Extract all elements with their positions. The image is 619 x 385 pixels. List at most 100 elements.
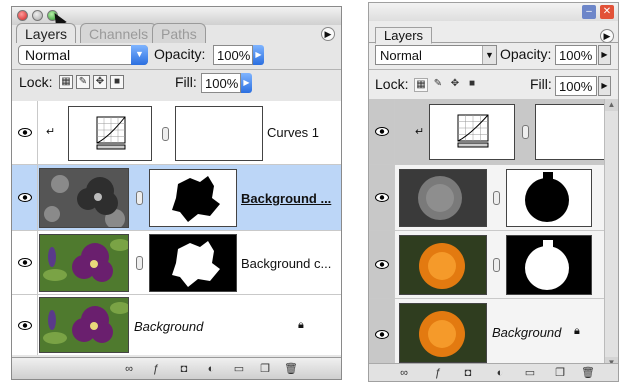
blend-mode-value: Normal <box>25 47 71 63</box>
lock-position-icon[interactable]: ✥ <box>448 78 462 92</box>
opacity-slider-button[interactable]: ▶ <box>598 45 611 65</box>
minimize-button[interactable]: – <box>582 5 596 19</box>
divider <box>12 69 341 70</box>
adjustment-layer-icon[interactable]: ◐ <box>493 366 507 380</box>
add-mask-icon[interactable]: ◘ <box>177 362 191 376</box>
minimize-button[interactable] <box>32 10 43 21</box>
chevron-down-icon: ▼ <box>482 46 496 64</box>
tab-paths[interactable]: Paths <box>152 23 206 43</box>
title-bar: – ✕ <box>369 3 618 21</box>
layer-row-background-copy[interactable] <box>369 165 605 231</box>
lock-transparency-icon[interactable]: ▦ <box>414 78 428 92</box>
mask-link-icon[interactable] <box>493 191 500 205</box>
fill-slider-button[interactable]: ▶ <box>241 73 252 93</box>
layer-row-background[interactable]: Background 🔒︎ <box>12 295 341 355</box>
layers-list: ↵ Background 🔒︎ <box>369 99 605 369</box>
blend-mode-select[interactable]: Normal ▼ <box>375 45 497 65</box>
layer-style-icon[interactable]: ƒ <box>149 362 163 376</box>
mask-link-icon[interactable] <box>522 125 529 139</box>
layer-name[interactable]: Background ... <box>241 191 339 206</box>
purple-flower-thumbnail <box>39 297 129 353</box>
layer-row-background-copy-2[interactable] <box>369 231 605 299</box>
layer-name: Background <box>134 319 204 334</box>
lock-row: Lock: ▦ ✎ ✥ ■ Fill: 100% ▶ <box>12 73 341 95</box>
visibility-eye-icon[interactable] <box>369 165 395 230</box>
panel-footer: ∞ ƒ ◘ ◐ ▭ ❐ 🗑︎ <box>12 357 341 379</box>
layer-row-background[interactable]: Background 🔒︎ <box>369 299 605 369</box>
panel-tabs: Layers Channels Paths <box>12 23 341 43</box>
opacity-label: Opacity: <box>500 46 552 62</box>
fill-input[interactable]: 100% <box>555 76 597 96</box>
link-layers-icon[interactable]: ∞ <box>122 362 136 376</box>
layer-name: Background <box>492 325 562 340</box>
grayscale-marigold-thumbnail <box>399 169 487 227</box>
link-layers-icon[interactable]: ∞ <box>397 366 411 380</box>
fill-slider-button[interactable]: ▶ <box>598 76 611 96</box>
adjustment-layer-icon[interactable]: ◐ <box>204 362 218 376</box>
fill-input[interactable]: 100% <box>201 73 241 93</box>
layer-row-background-copy[interactable]: Background c... <box>12 231 341 295</box>
visibility-eye-icon[interactable] <box>12 295 38 355</box>
lock-all-icon[interactable]: ■ <box>465 78 479 92</box>
visibility-eye-icon[interactable] <box>12 165 38 230</box>
lock-all-icon[interactable]: ■ <box>110 75 124 89</box>
lock-pixels-icon[interactable]: ✎ <box>76 75 90 89</box>
close-button[interactable] <box>17 10 28 21</box>
tab-channels[interactable]: Channels <box>80 23 158 43</box>
layers-panel-windows: – ✕ Layers ▶ Normal ▼ Opacity: 100% ▶ Lo… <box>368 2 619 382</box>
add-mask-icon[interactable]: ◘ <box>461 366 475 380</box>
opacity-input[interactable]: 100% <box>555 45 597 65</box>
chevron-down-icon: ▼ <box>131 45 148 65</box>
layer-style-icon[interactable]: ƒ <box>431 366 445 380</box>
panel-tabs: Layers <box>369 25 618 44</box>
mask-link-icon[interactable] <box>136 191 143 205</box>
layer-mask-thumbnail <box>175 106 263 161</box>
mask-link-icon[interactable] <box>162 127 169 141</box>
layer-name: Curves 1 <box>267 125 320 140</box>
panel-footer: ∞ ƒ ◘ ◐ ▭ ❐ 🗑︎ <box>369 363 618 381</box>
new-layer-icon[interactable]: ❐ <box>553 366 567 380</box>
opacity-input[interactable]: 100% <box>213 45 253 65</box>
clipping-arrow-icon: ↵ <box>415 126 425 138</box>
mask-link-icon[interactable] <box>136 256 143 270</box>
visibility-eye-icon[interactable] <box>12 101 38 164</box>
new-group-icon[interactable]: ▭ <box>523 366 537 380</box>
new-group-icon[interactable]: ▭ <box>232 362 246 376</box>
layer-row-curves[interactable]: ↵ Curves 1 <box>12 101 341 165</box>
tab-layers[interactable]: Layers <box>16 23 77 43</box>
lock-icon: 🔒︎ <box>574 325 580 337</box>
new-layer-icon[interactable]: ❐ <box>258 362 272 376</box>
orange-marigold-thumbnail <box>399 235 487 295</box>
lock-pixels-icon[interactable]: ✎ <box>431 78 445 92</box>
mask-link-icon[interactable] <box>493 258 500 272</box>
blend-row: Normal ▼ Opacity: 100% ▶ <box>12 45 341 67</box>
vertical-scrollbar[interactable]: ▲ ▼ <box>604 99 618 369</box>
layers-list: ↵ Curves 1 Background ... Background c..… <box>12 101 341 355</box>
scroll-up-button[interactable]: ▲ <box>605 99 618 111</box>
orange-marigold-thumbnail <box>399 303 487 363</box>
tab-layers[interactable]: Layers <box>375 27 433 44</box>
layer-row-background-copy-selected[interactable]: Background ... <box>12 165 341 231</box>
lock-transparency-icon[interactable]: ▦ <box>59 75 73 89</box>
layer-mask-thumbnail <box>149 234 237 292</box>
visibility-eye-icon[interactable] <box>369 299 395 369</box>
lock-position-icon[interactable]: ✥ <box>93 75 107 89</box>
blend-mode-value: Normal <box>380 48 422 63</box>
trash-icon[interactable]: 🗑︎ <box>581 366 595 380</box>
layer-row-curves[interactable]: ↵ <box>369 99 605 165</box>
layer-mask-thumbnail <box>149 169 237 227</box>
visibility-eye-icon[interactable] <box>369 231 395 298</box>
visibility-eye-icon[interactable] <box>12 231 38 294</box>
opacity-slider-button[interactable]: ▶ <box>253 45 264 65</box>
visibility-eye-icon[interactable] <box>369 99 395 164</box>
curves-adjustment-thumbnail <box>429 104 515 160</box>
panel-menu-button[interactable]: ▶ <box>321 27 335 41</box>
trash-icon[interactable]: 🗑︎ <box>284 362 298 376</box>
lock-label: Lock: <box>19 74 53 90</box>
close-button[interactable]: ✕ <box>600 5 614 19</box>
opacity-label: Opacity: <box>154 46 206 62</box>
blend-mode-select[interactable]: Normal ▼ <box>18 45 148 65</box>
curves-adjustment-thumbnail <box>68 106 152 161</box>
panel-menu-button[interactable]: ▶ <box>600 29 614 43</box>
layer-name: Background c... <box>241 256 332 271</box>
